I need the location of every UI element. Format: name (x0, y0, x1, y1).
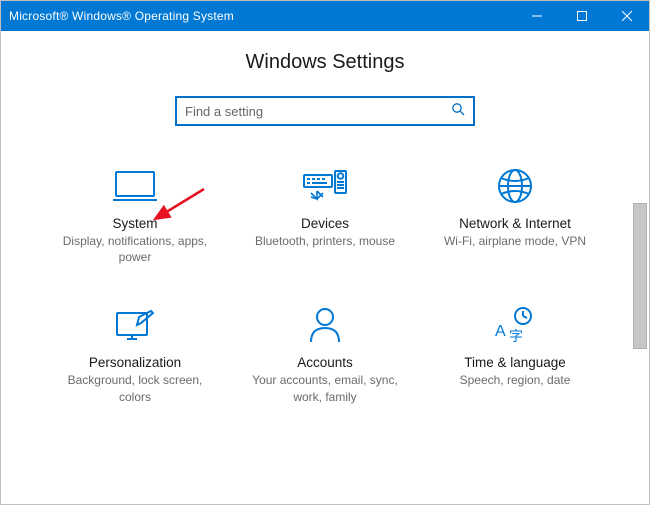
search-box[interactable] (175, 96, 475, 126)
tile-desc: Background, lock screen, colors (68, 372, 203, 404)
search-icon (451, 102, 465, 121)
maximize-icon (577, 11, 587, 21)
search-wrap (1, 96, 649, 126)
minimize-icon (532, 11, 542, 21)
devices-icon (302, 166, 348, 206)
svg-text:字: 字 (509, 328, 523, 344)
tile-desc: Display, notifications, apps, power (63, 233, 208, 265)
network-icon (495, 166, 535, 206)
tile-network[interactable]: Network & Internet Wi-Fi, airplane mode,… (420, 166, 610, 265)
search-input[interactable] (185, 104, 451, 119)
maximize-button[interactable] (559, 1, 604, 31)
tile-label: System (112, 216, 157, 231)
time-language-icon: A 字 (493, 305, 537, 345)
tile-desc: Wi-Fi, airplane mode, VPN (444, 233, 586, 249)
scrollbar-thumb[interactable] (633, 203, 647, 349)
tile-label: Personalization (89, 355, 181, 370)
accounts-icon (307, 305, 343, 345)
settings-grid: System Display, notifications, apps, pow… (40, 166, 610, 405)
tile-system[interactable]: System Display, notifications, apps, pow… (40, 166, 230, 265)
tile-desc: Bluetooth, printers, mouse (255, 233, 395, 249)
tile-devices[interactable]: Devices Bluetooth, printers, mouse (230, 166, 420, 265)
tile-label: Devices (301, 216, 349, 231)
tile-desc: Your accounts, email, sync, work, family (252, 372, 398, 404)
client-area: Windows Settings System Display, notific… (1, 31, 649, 505)
window: Microsoft® Windows® Operating System Win… (0, 0, 650, 505)
titlebar: Microsoft® Windows® Operating System (1, 1, 649, 31)
close-icon (622, 11, 632, 21)
window-title: Microsoft® Windows® Operating System (1, 9, 234, 23)
tile-accounts[interactable]: Accounts Your accounts, email, sync, wor… (230, 305, 420, 404)
tile-time-language[interactable]: A 字 Time & language Speech, region, date (420, 305, 610, 404)
tile-personalization[interactable]: Personalization Background, lock screen,… (40, 305, 230, 404)
close-button[interactable] (604, 1, 649, 31)
system-icon (113, 166, 157, 206)
tile-label: Time & language (464, 355, 566, 370)
tile-label: Accounts (297, 355, 353, 370)
tile-desc: Speech, region, date (460, 372, 571, 388)
minimize-button[interactable] (514, 1, 559, 31)
window-controls (514, 1, 649, 31)
svg-text:A: A (495, 323, 506, 340)
tile-label: Network & Internet (459, 216, 571, 231)
personalization-icon (113, 305, 157, 345)
page-title: Windows Settings (1, 51, 649, 74)
